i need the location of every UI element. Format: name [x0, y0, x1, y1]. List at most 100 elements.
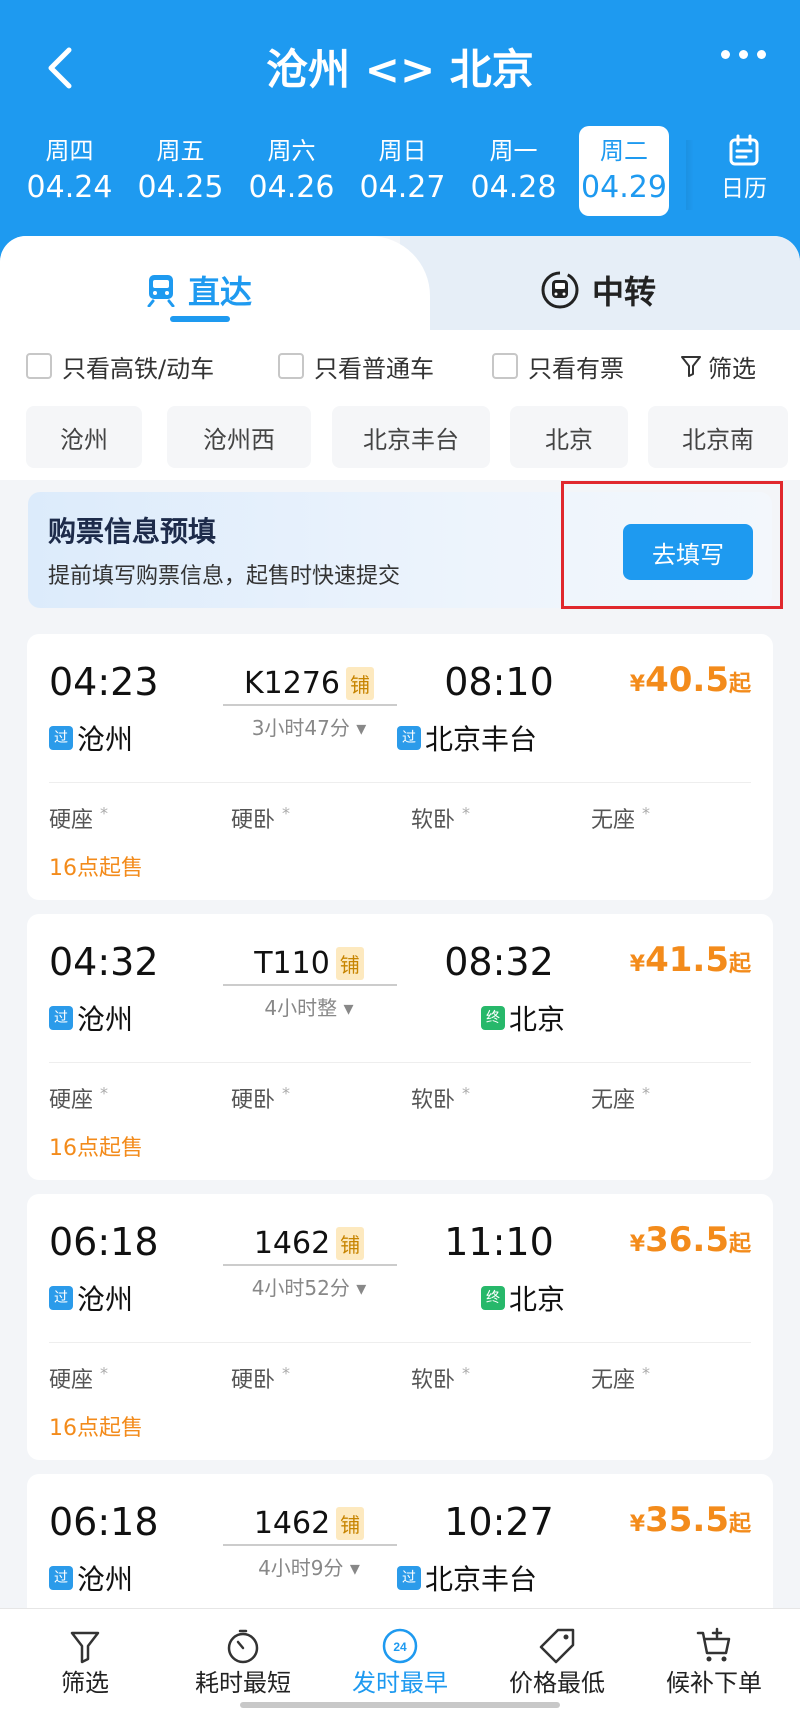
tab-indicator: [170, 316, 230, 322]
train-card[interactable]: 06:18 1462 铺 4小时52分 ▾ 11:10 ¥36.5起 过沧州 终北…: [27, 1194, 773, 1460]
seat-label: 无座: [591, 808, 636, 833]
nav-label: 候补下单: [666, 1669, 762, 1697]
duration-text: 3小时47分: [251, 716, 350, 740]
duration-text: 4小时整: [264, 996, 338, 1020]
checkbox-label: 只看有票: [528, 354, 624, 383]
duration[interactable]: 3小时47分 ▾: [203, 712, 415, 741]
date-item[interactable]: 周四 04.24: [14, 126, 125, 216]
nav-icon-wrap: [5, 1609, 165, 1665]
duration[interactable]: 4小时9分 ▾: [203, 1552, 415, 1581]
seat-label: 硬卧: [231, 1088, 276, 1113]
arrival-station-name: 北京: [509, 1003, 566, 1036]
date-weekday: 周五: [156, 137, 205, 165]
nav-icon-wrap: [634, 1609, 794, 1665]
nav-waitlist-order[interactable]: 候补下单: [634, 1609, 794, 1711]
train-number-text: K1276: [243, 666, 341, 701]
departure-time: 06:18: [49, 1500, 159, 1544]
date-item[interactable]: 周一 04.28: [458, 126, 569, 216]
nav-filter[interactable]: 筛选: [5, 1609, 165, 1711]
train-number: 1462 铺: [203, 1226, 415, 1261]
date-item[interactable]: 周五 04.25: [125, 126, 236, 216]
station-chip[interactable]: 沧州西: [167, 406, 311, 468]
train-card[interactable]: 04:32 T110 铺 4小时整 ▾ 08:32 ¥41.5起 过沧州 终北京 …: [27, 914, 773, 1180]
seat-type: 软卧 *: [411, 1362, 470, 1394]
currency-symbol: ¥: [629, 672, 646, 697]
departure-time: 06:18: [49, 1220, 159, 1264]
departure-station-name: 沧州: [77, 1003, 134, 1036]
pass-tag: 过: [49, 1566, 73, 1590]
departure-station: 过沧州: [49, 1278, 133, 1318]
calendar-button[interactable]: 日历: [698, 130, 790, 206]
tab-transfer[interactable]: 中转: [540, 260, 656, 320]
date-item-selected[interactable]: 周二 04.29: [579, 126, 669, 216]
nav-label: 发时最早: [352, 1669, 448, 1697]
currency-symbol: ¥: [629, 1512, 646, 1537]
train-number: T110 铺: [203, 946, 415, 981]
terminal-tag: 终: [481, 1006, 505, 1030]
filter-label: 筛选: [708, 354, 756, 383]
nav-earliest-departure[interactable]: 24 发时最早: [320, 1609, 480, 1711]
station-chip[interactable]: 北京南: [648, 406, 788, 468]
arrival-station: 过北京丰台: [397, 718, 537, 758]
duration-text: 4小时9分: [258, 1556, 344, 1580]
departure-time: 04:32: [49, 940, 159, 984]
duration[interactable]: 4小时52分 ▾: [203, 1272, 415, 1301]
seat-mark: *: [282, 803, 291, 823]
arrival-station: 终北京: [481, 998, 565, 1038]
date-item[interactable]: 周日 04.27: [347, 126, 458, 216]
berth-tag: 铺: [346, 667, 375, 700]
seat-label: 硬座: [49, 1368, 94, 1393]
arrival-station-name: 北京: [509, 1283, 566, 1316]
seat-label: 软卧: [411, 1088, 456, 1113]
price-suffix: 起: [728, 672, 751, 697]
more-button[interactable]: [721, 50, 766, 59]
train-card[interactable]: 04:23 K1276 铺 3小时47分 ▾ 08:10 ¥40.5起 过沧州 过…: [27, 634, 773, 900]
nav-icon-wrap: 24: [320, 1609, 480, 1665]
price-value: 35.5: [645, 1500, 729, 1540]
nav-icon-wrap: [163, 1609, 323, 1665]
date-value: 04.26: [248, 170, 335, 205]
station-chip[interactable]: 北京丰台: [332, 406, 490, 468]
filter-icon: [681, 356, 701, 377]
duration-line: [223, 984, 397, 986]
station-chip[interactable]: 沧州: [26, 406, 142, 468]
seat-label: 硬座: [49, 1088, 94, 1113]
price-tag-icon: [539, 1628, 575, 1664]
normal-train-checkbox[interactable]: 只看普通车: [278, 349, 434, 384]
filter-row: 只看高铁/动车 只看普通车 只看有票 筛选: [26, 344, 786, 388]
high-speed-checkbox[interactable]: 只看高铁/动车: [26, 349, 214, 384]
caret-down-icon: ▾: [356, 1276, 367, 1300]
nav-icon-wrap: [477, 1609, 637, 1665]
nav-lowest-price[interactable]: 价格最低: [477, 1609, 637, 1711]
seat-type: 硬座 *: [49, 1082, 108, 1114]
available-only-checkbox[interactable]: 只看有票: [492, 349, 624, 384]
date-item[interactable]: 周六 04.26: [236, 126, 347, 216]
currency-symbol: ¥: [629, 952, 646, 977]
duration[interactable]: 4小时整 ▾: [203, 992, 415, 1021]
seat-label: 软卧: [411, 1368, 456, 1393]
departure-station-name: 沧州: [77, 1563, 134, 1596]
more-dot-icon: [757, 50, 766, 59]
nav-label: 耗时最短: [195, 1669, 291, 1697]
seat-mark: *: [100, 1083, 109, 1103]
seat-mark: *: [282, 1083, 291, 1103]
station-chip[interactable]: 北京: [510, 406, 628, 468]
price-suffix: 起: [728, 1512, 751, 1537]
tab-direct[interactable]: 直达: [146, 260, 252, 320]
filter-button[interactable]: 筛选: [680, 349, 756, 384]
price-value: 36.5: [645, 1220, 729, 1260]
pass-tag: 过: [397, 1566, 421, 1590]
station-chips: 沧州 沧州西 北京丰台 北京 北京南: [26, 406, 800, 470]
seat-mark: *: [462, 803, 471, 823]
home-indicator: [240, 1702, 560, 1708]
calendar-icon: [729, 134, 759, 166]
seat-type: 无座 *: [591, 1362, 650, 1394]
card-divider: [49, 782, 751, 783]
nav-label: 筛选: [61, 1669, 109, 1697]
seat-mark: *: [462, 1083, 471, 1103]
filter-icon: [70, 1631, 100, 1664]
seat-label: 硬座: [49, 808, 94, 833]
nav-shortest-duration[interactable]: 耗时最短: [163, 1609, 323, 1711]
date-weekday: 周日: [378, 137, 427, 165]
tab-direct-label: 直达: [188, 273, 253, 311]
